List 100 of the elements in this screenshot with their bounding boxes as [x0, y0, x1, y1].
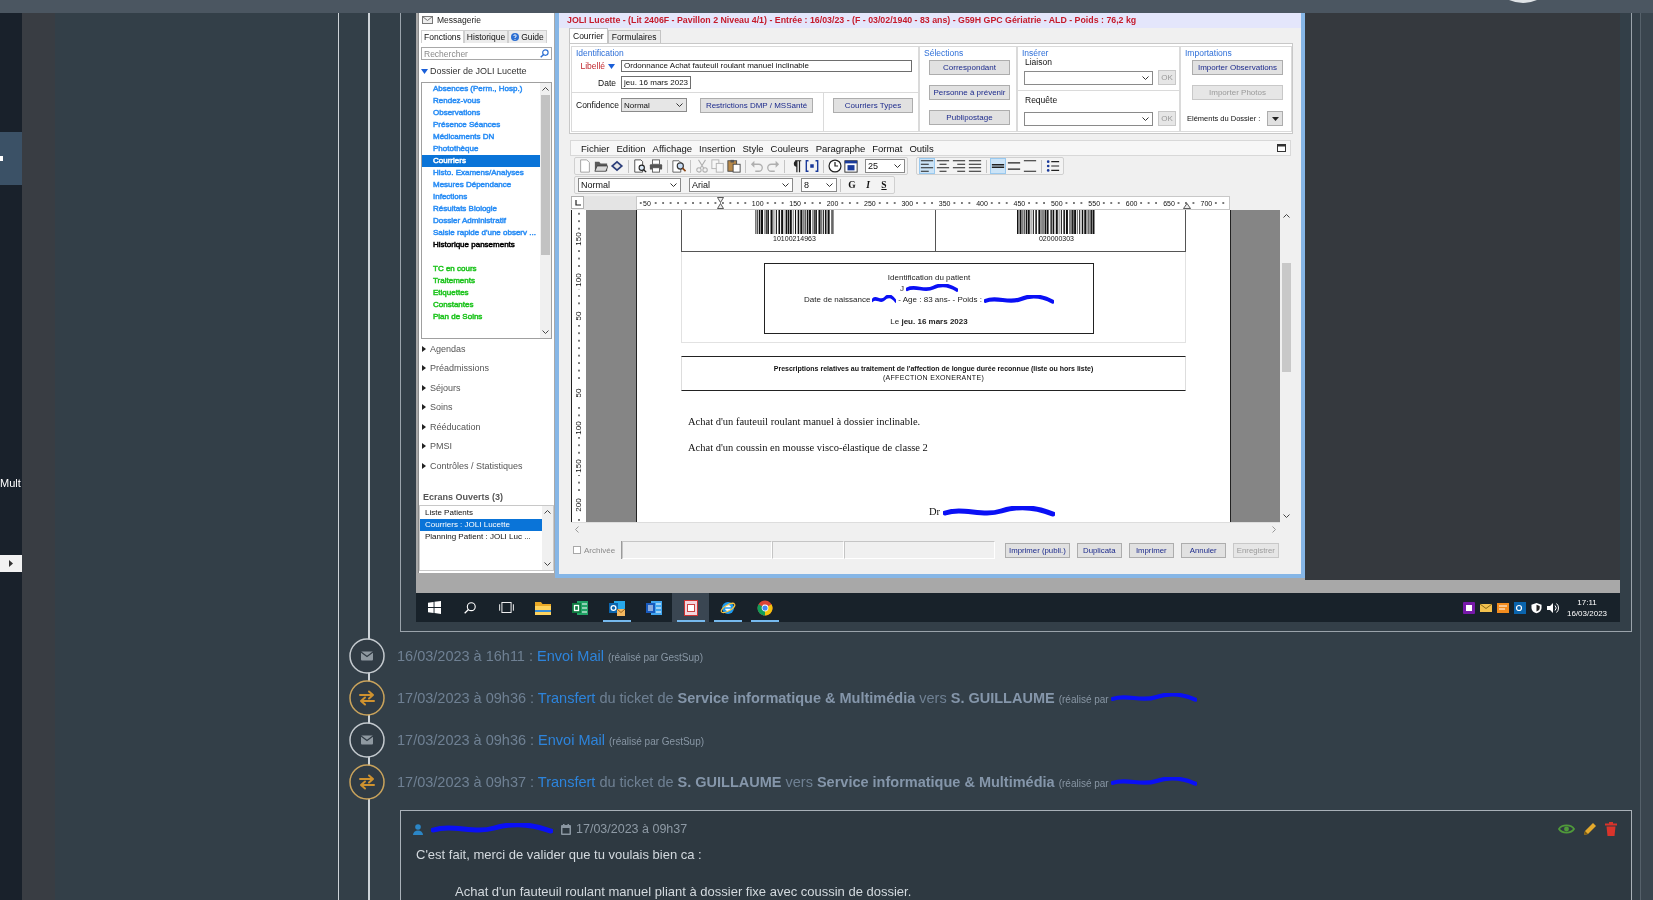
import-button[interactable]: Importer Observations: [1192, 60, 1283, 75]
eye-icon[interactable]: [1558, 823, 1575, 835]
section-header[interactable]: Séjours: [419, 378, 554, 398]
selection-button[interactable]: Personne à prévenir: [929, 85, 1010, 100]
list-item[interactable]: Photothèque: [422, 143, 540, 155]
list-item[interactable]: Absences (Perm., Hosp.): [422, 83, 540, 95]
list-item[interactable]: Courriers: [422, 155, 540, 167]
list-item[interactable]: Liste Patients: [420, 506, 542, 519]
dropdown-button[interactable]: [1267, 111, 1283, 126]
scrollbar[interactable]: [540, 83, 551, 338]
shield-icon[interactable]: [1531, 601, 1542, 614]
tab[interactable]: Courrier: [569, 28, 608, 43]
toolbar-button[interactable]: [935, 158, 951, 174]
dropdown[interactable]: Normal: [621, 98, 687, 112]
toolbar-button[interactable]: [843, 158, 859, 174]
word-processor-icon: [645, 599, 662, 616]
toolbar-button[interactable]: [609, 158, 625, 174]
section-header[interactable]: Soins: [419, 397, 554, 417]
list-item[interactable]: Dossier Administratif: [422, 215, 540, 227]
menu-item[interactable]: Style: [742, 142, 764, 154]
scrollbar-thumb[interactable]: [541, 95, 550, 255]
list-item[interactable]: Planning Patient : JOLI Luc ...: [420, 530, 542, 543]
field-label: Libellé: [579, 61, 605, 71]
list-item[interactable]: Médicaments DN: [422, 131, 540, 143]
list-item[interactable]: Mesures Dépendance: [422, 179, 540, 191]
size-dropdown[interactable]: 8: [801, 178, 837, 192]
dropdown-caret-icon[interactable]: [608, 63, 615, 69]
avatar-icon[interactable]: [1509, 0, 1537, 3]
format-button[interactable]: S: [876, 177, 892, 193]
toolbar-button[interactable]: [671, 158, 687, 174]
note-app-icon[interactable]: [1463, 601, 1475, 614]
tab-stop-button[interactable]: [571, 196, 584, 209]
toolbar-button[interactable]: [726, 158, 742, 174]
date-field[interactable]: jeu. 16 mars 2023: [621, 76, 691, 89]
wide-spacing-icon: [1007, 159, 1021, 173]
list-item[interactable]: Observations: [422, 107, 540, 119]
format-button[interactable]: I: [860, 177, 876, 193]
list-item[interactable]: Courriers : JOLI Lucette: [420, 518, 542, 531]
section-header[interactable]: PMSI: [419, 436, 554, 456]
list-item[interactable]: Rendez-vous: [422, 95, 540, 107]
mail-app-icon[interactable]: [1514, 601, 1526, 614]
dropdown[interactable]: [1024, 111, 1153, 126]
title-field[interactable]: Ordonnance Achat fauteuil roulant manuel inclinable: [621, 60, 912, 72]
list-item[interactable]: Résultats Biologie: [422, 203, 540, 215]
indent-marker-icon[interactable]: [717, 197, 724, 209]
restrictions-button[interactable]: Restrictions DMP / MSSanté: [700, 98, 813, 113]
zoom-dropdown[interactable]: 25: [865, 159, 905, 173]
section-header[interactable]: Préadmissions: [419, 358, 554, 378]
tab[interactable]: Guide: [508, 30, 547, 43]
section-header[interactable]: Agendas: [419, 339, 554, 359]
envelope-icon[interactable]: [1480, 601, 1492, 614]
nav-item[interactable]: Mult: [0, 470, 22, 496]
search-icon[interactable]: [540, 49, 549, 58]
tab[interactable]: Historique: [463, 30, 509, 43]
menu-item[interactable]: Couleurs: [770, 142, 809, 154]
toolbar-button[interactable]: [1022, 158, 1038, 174]
folder-header[interactable]: Dossier de JOLI Lucette: [419, 65, 554, 77]
restore-window-icon[interactable]: [1277, 144, 1286, 152]
toolbar-button[interactable]: [804, 158, 820, 174]
pencil-icon[interactable]: [1583, 822, 1597, 836]
toolbar-button[interactable]: [1045, 158, 1061, 174]
templates-button[interactable]: Courriers Types: [833, 98, 913, 113]
menu-item[interactable]: Affichage: [652, 142, 693, 154]
dropdown[interactable]: [1024, 70, 1153, 85]
checkbox[interactable]: [573, 546, 581, 554]
search-field[interactable]: Rechercher: [421, 47, 552, 60]
menu-item[interactable]: Edition: [616, 142, 646, 154]
list-item[interactable]: Présence Séances: [422, 119, 540, 131]
speaker-icon[interactable]: [1547, 601, 1559, 614]
list-item[interactable]: Historique pansements: [422, 239, 540, 251]
section-header[interactable]: Rééducation: [419, 417, 554, 437]
tab[interactable]: Fonctions: [421, 30, 464, 43]
menu-item[interactable]: Paragraphe: [815, 142, 866, 154]
taskbar-app-button[interactable]: [672, 593, 709, 622]
toolbar-button[interactable]: [827, 158, 843, 174]
taskbar-clock[interactable]: 17:11 16/03/2023: [1567, 596, 1607, 619]
scrollbar-thumb[interactable]: [1281, 263, 1291, 372]
menu-item[interactable]: Outils: [909, 142, 934, 154]
expand-button[interactable]: [0, 555, 22, 572]
menu-item[interactable]: Format: [872, 142, 903, 154]
list-item[interactable]: Saisie rapide d'une observ ...: [422, 227, 540, 239]
toolbar-button[interactable]: [951, 158, 967, 174]
tab[interactable]: Formulaires: [607, 30, 661, 43]
format-button[interactable]: G: [844, 177, 860, 193]
page-scrollbar[interactable]: [1640, 13, 1653, 900]
menu-item[interactable]: Fichier: [581, 142, 610, 154]
list-item[interactable]: Infections: [422, 191, 540, 203]
section-header[interactable]: Contrôles / Statistiques: [419, 456, 554, 476]
trash-icon[interactable]: [1605, 822, 1617, 836]
toolbar-button[interactable]: [648, 158, 664, 174]
scrollbar[interactable]: [542, 505, 553, 570]
toolbar-button[interactable]: [632, 158, 648, 174]
selection-button[interactable]: Publipostage: [929, 110, 1010, 125]
style-dropdown[interactable]: Normal: [578, 178, 681, 192]
list-item[interactable]: Histo. Examens/Analyses: [422, 167, 540, 179]
menu-item[interactable]: Insertion: [699, 142, 736, 154]
message-icon[interactable]: [1497, 601, 1509, 614]
toolbar-button[interactable]: [967, 158, 983, 174]
font-dropdown[interactable]: Arial: [689, 178, 793, 192]
selection-button[interactable]: Correspondant: [929, 60, 1010, 75]
